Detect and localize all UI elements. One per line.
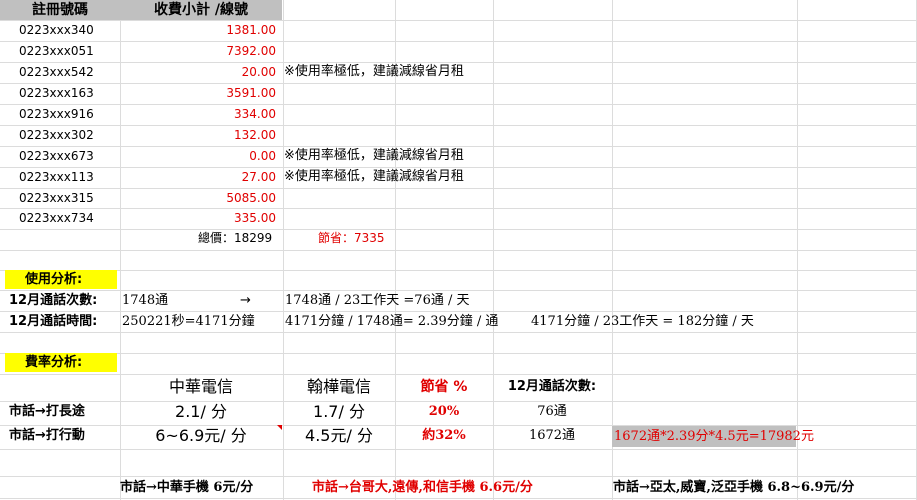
- minutes-per-call-calc[interactable]: 4171分鐘 / 1748通= 2.39分鐘 / 通: [285, 312, 498, 332]
- fee-subtotal[interactable]: 1381.00: [120, 20, 276, 40]
- arrow-icon: →: [240, 293, 251, 308]
- usage-analysis-title[interactable]: 使用分析:: [5, 270, 117, 289]
- footer-apt-mobile-rate[interactable]: 市話→亞太,威寶,泛亞手機 6.8~6.9元/分: [613, 478, 854, 498]
- cht-mobile-rate[interactable]: 6~6.9元/ 分: [120, 425, 282, 447]
- row-gridline: [0, 498, 917, 499]
- mobile-calls[interactable]: 1672通: [493, 425, 611, 447]
- fee-subtotal[interactable]: 335.00: [120, 208, 276, 228]
- cht-long-distance-rate[interactable]: 2.1/ 分: [120, 401, 282, 423]
- fee-subtotal[interactable]: 3591.00: [120, 83, 276, 103]
- fee-subtotal[interactable]: 7392.00: [120, 41, 276, 61]
- row-gridline: [0, 374, 917, 375]
- column-chunghwa-telecom[interactable]: 中華電信: [120, 376, 282, 398]
- spreadsheet: 註冊號碼 收費小計 /線號 0223xxx340 1381.00 0223xxx05…: [0, 0, 917, 500]
- rate-analysis-title[interactable]: 費率分析:: [5, 353, 117, 372]
- fee-subtotal[interactable]: 20.00: [120, 62, 276, 82]
- fee-subtotal[interactable]: 334.00: [120, 104, 276, 124]
- low-usage-note[interactable]: ※使用率極低，建議減線省月租: [284, 146, 464, 166]
- mobile-cost-calc[interactable]: 1672通*2.39分*4.5元=17982元: [612, 426, 814, 447]
- long-distance-saving[interactable]: 20%: [395, 401, 493, 423]
- december-calls-label[interactable]: 12月通話次數:: [9, 291, 97, 311]
- mobile-saving[interactable]: 約32%: [395, 425, 493, 447]
- column-december-calls[interactable]: 12月通話次數:: [493, 376, 611, 398]
- december-time-label[interactable]: 12月通話時間:: [9, 312, 97, 332]
- registration-number[interactable]: 0223xxx340: [19, 20, 94, 40]
- row-gridline: [0, 353, 917, 354]
- row-gridline: [0, 332, 917, 333]
- comment-indicator-icon[interactable]: [277, 425, 282, 430]
- row-local-to-long-distance[interactable]: 市話→打長途: [9, 401, 85, 423]
- minutes-per-day-calc[interactable]: 4171分鐘 / 23工作天 = 182分鐘 / 天: [531, 312, 754, 332]
- row-gridline: [0, 270, 917, 271]
- column-hanlin-telecom[interactable]: 翰樺電信: [283, 376, 395, 398]
- row-gridline: [0, 229, 917, 230]
- fee-subtotal[interactable]: 27.00: [120, 167, 276, 187]
- fee-subtotal[interactable]: 5085.00: [120, 188, 276, 208]
- registration-number[interactable]: 0223xxx051: [19, 41, 94, 61]
- low-usage-note[interactable]: ※使用率極低，建議減線省月租: [284, 62, 464, 82]
- registration-number[interactable]: 0223xxx734: [19, 208, 94, 228]
- december-calls-value[interactable]: 1748通: [122, 291, 168, 311]
- calls-per-day-calc[interactable]: 1748通 / 23工作天 =76通 / 天: [285, 291, 469, 311]
- header-registration-number[interactable]: 註冊號碼: [0, 0, 120, 20]
- registration-number[interactable]: 0223xxx542: [19, 62, 94, 82]
- hanlin-mobile-rate[interactable]: 4.5元/ 分: [283, 425, 395, 447]
- total-price[interactable]: 總價：18299: [198, 228, 272, 248]
- registration-number[interactable]: 0223xxx163: [19, 83, 94, 103]
- header-fee-subtotal[interactable]: 收費小計 /線號: [120, 0, 282, 20]
- low-usage-note[interactable]: ※使用率極低，建議減線省月租: [284, 167, 464, 187]
- row-local-to-mobile[interactable]: 市話→打行動: [9, 425, 85, 447]
- row-gridline: [0, 476, 917, 477]
- long-distance-calls[interactable]: 76通: [493, 401, 611, 423]
- row-gridline: [0, 449, 917, 450]
- hanlin-long-distance-rate[interactable]: 1.7/ 分: [283, 401, 395, 423]
- registration-number[interactable]: 0223xxx673: [19, 146, 94, 166]
- december-time-value[interactable]: 250221秒=4171分鐘: [122, 312, 255, 332]
- registration-number[interactable]: 0223xxx315: [19, 188, 94, 208]
- registration-number[interactable]: 0223xxx302: [19, 125, 94, 145]
- footer-cht-mobile-rate[interactable]: 市話→中華手機 6元/分: [120, 478, 253, 498]
- row-gridline: [0, 250, 917, 251]
- footer-other-mobile-rate[interactable]: 市話→台哥大,遠傳,和信手機 6.6元/分: [312, 478, 533, 498]
- fee-subtotal[interactable]: 132.00: [120, 125, 276, 145]
- registration-number[interactable]: 0223xxx113: [19, 167, 94, 187]
- fee-subtotal[interactable]: 0.00: [120, 146, 276, 166]
- registration-number[interactable]: 0223xxx916: [19, 104, 94, 124]
- column-saving-percent[interactable]: 節省 %: [395, 376, 493, 398]
- saving-total[interactable]: 節省：7335: [318, 228, 385, 248]
